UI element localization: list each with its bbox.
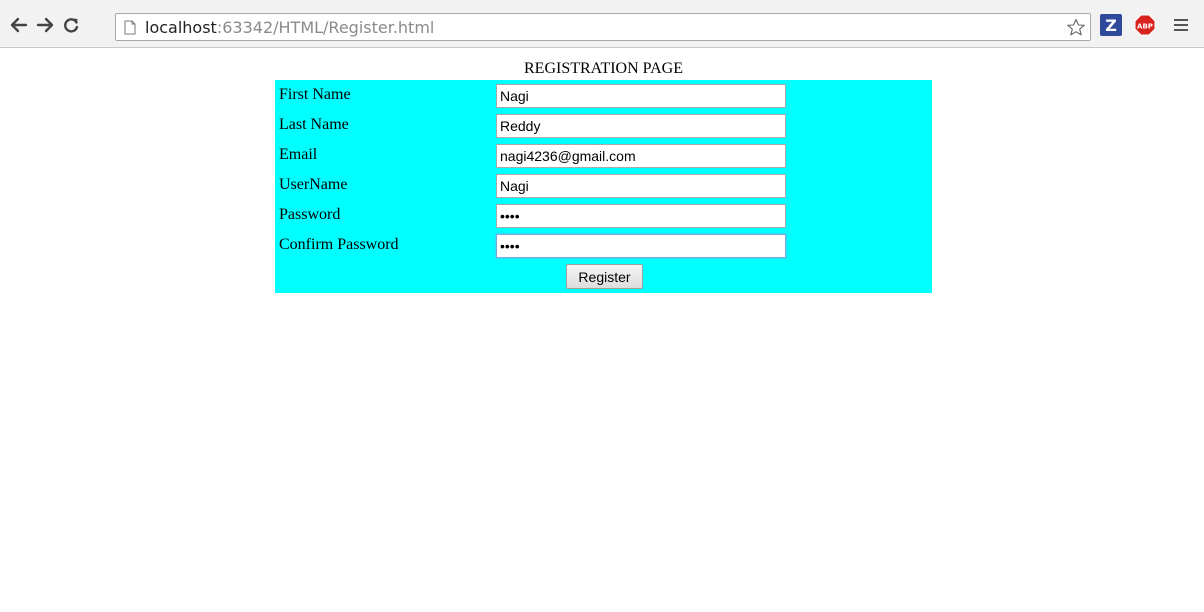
page-icon xyxy=(123,19,137,35)
username-input[interactable] xyxy=(496,174,786,198)
zotero-extension-icon[interactable]: Z xyxy=(1100,14,1122,36)
password-input[interactable] xyxy=(496,204,786,228)
address-bar[interactable]: localhost:63342/HTML/Register.html xyxy=(115,13,1091,41)
back-arrow-icon[interactable] xyxy=(8,14,30,36)
password-label: Password xyxy=(279,206,341,223)
url-text: localhost:63342/HTML/Register.html xyxy=(145,18,434,37)
username-row: UserName xyxy=(275,170,932,200)
adblock-plus-icon[interactable]: ABP xyxy=(1134,14,1156,36)
last-name-row: Last Name xyxy=(275,110,932,140)
adblock-label: ABP xyxy=(1137,23,1153,31)
url-path: :63342/HTML/Register.html xyxy=(216,17,435,37)
first-name-input[interactable] xyxy=(496,84,786,108)
username-label: UserName xyxy=(279,176,348,193)
hamburger-menu-icon[interactable] xyxy=(1170,14,1192,36)
register-button[interactable]: Register xyxy=(566,264,643,289)
last-name-input[interactable] xyxy=(496,114,786,138)
email-row: Email xyxy=(275,140,932,170)
last-name-label: Last Name xyxy=(279,116,349,133)
star-icon[interactable] xyxy=(1066,17,1086,37)
registration-form: First Name Last Name Email UserName Pass… xyxy=(275,80,932,293)
first-name-label: First Name xyxy=(279,86,351,103)
email-input[interactable] xyxy=(496,144,786,168)
email-label: Email xyxy=(279,146,318,163)
confirm-password-label: Confirm Password xyxy=(279,236,399,253)
reload-icon[interactable] xyxy=(60,14,82,36)
page-title: REGISTRATION PAGE xyxy=(524,60,683,77)
password-row: Password xyxy=(275,200,932,230)
url-host: localhost xyxy=(145,17,217,37)
confirm-password-input[interactable] xyxy=(496,234,786,258)
confirm-password-row: Confirm Password xyxy=(275,230,932,260)
first-name-row: First Name xyxy=(275,80,932,110)
browser-toolbar: localhost:63342/HTML/Register.html Z ABP xyxy=(0,0,1204,48)
forward-arrow-icon[interactable] xyxy=(34,14,56,36)
